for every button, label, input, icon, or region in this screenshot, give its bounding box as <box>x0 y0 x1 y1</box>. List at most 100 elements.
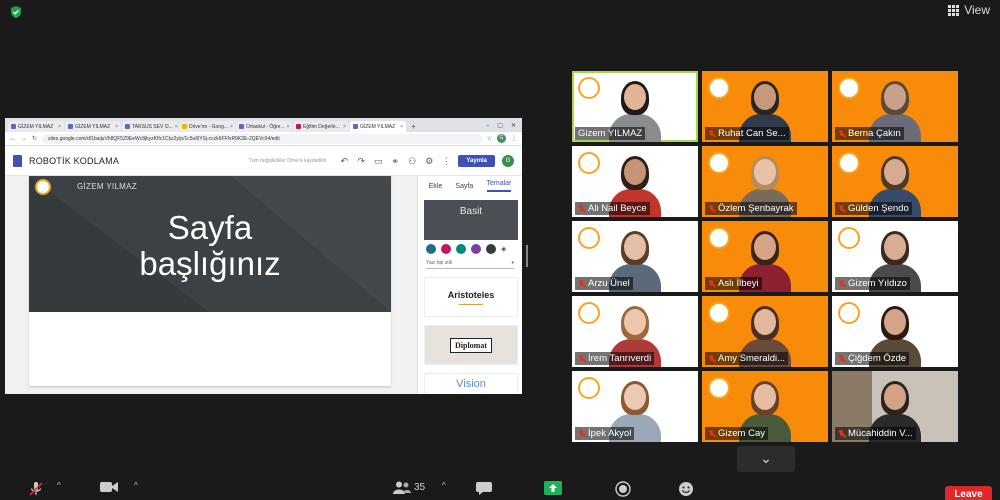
undo-icon[interactable]: ↶ <box>339 156 349 166</box>
close-tab-icon[interactable]: × <box>115 124 118 130</box>
close-tab-icon[interactable]: × <box>400 124 403 130</box>
mute-button[interactable] <box>28 481 44 497</box>
header-banner[interactable]: GİZEM YILMAZ Sayfa başlığınız <box>29 176 391 312</box>
color-swatch[interactable] <box>441 244 451 254</box>
share-icon[interactable]: ⚇ <box>407 156 417 166</box>
participant-video-tile[interactable]: Gizem Cay <box>702 371 828 442</box>
site-favicon-icon <box>296 124 301 129</box>
browser-tab[interactable]: GİZEM YILMAZ × <box>65 121 121 132</box>
participants-caret-icon[interactable]: ^ <box>442 481 446 490</box>
participant-video-tile[interactable]: Özlem Şenbayrak <box>702 146 828 217</box>
participant-name-label: Çiğdem Özde <box>835 352 910 365</box>
participant-video-tile[interactable]: Çiğdem Özde <box>832 296 958 367</box>
participant-video-tile[interactable]: İrem Tanrıverdi <box>572 296 698 367</box>
browser-tab[interactable]: TARSUS SEV O... × <box>122 121 178 132</box>
browser-tab[interactable]: Drive'ım - Goog... × <box>179 121 235 132</box>
sites-toolbar: ROBOTİK KODLAMA Tüm değişiklikler Drive'… <box>5 146 522 176</box>
reactions-button[interactable] <box>678 481 694 497</box>
mic-muted-icon <box>708 429 715 438</box>
font-style-select[interactable]: Yazı tipi stili ▾ <box>426 260 514 269</box>
participant-video-tile[interactable]: Aslı İlbeyi <box>702 221 828 292</box>
browser-tab[interactable]: Eğitim Değerle... × <box>293 121 349 132</box>
redo-icon[interactable]: ↷ <box>356 156 366 166</box>
mic-muted-icon <box>29 482 43 496</box>
maximize-icon[interactable]: ▢ <box>497 121 503 132</box>
more-icon[interactable]: ⋮ <box>441 156 451 166</box>
close-tab-icon[interactable]: × <box>230 124 233 130</box>
next-page-chevron-icon[interactable]: ⌄ <box>737 446 795 472</box>
link-icon[interactable]: ⚭ <box>390 156 400 166</box>
leave-button[interactable]: Leave <box>945 486 992 500</box>
star-icon[interactable]: ☆ <box>487 135 492 142</box>
mic-muted-icon <box>578 429 585 438</box>
settings-icon[interactable]: ⚙ <box>424 156 434 166</box>
share-screen-icon <box>544 481 562 495</box>
chat-button[interactable] <box>476 481 492 495</box>
sev-logo-icon <box>838 302 860 324</box>
participant-video-tile[interactable]: Gizem YILMAZ <box>572 71 698 142</box>
profile-avatar[interactable]: G <box>497 134 506 143</box>
participant-video-tile[interactable]: Gizem Yıldızo <box>832 221 958 292</box>
theme-aristoteles[interactable]: Aristoteles <box>424 277 518 317</box>
participant-video-tile[interactable]: Ruhat Can Se... <box>702 71 828 142</box>
split-view-handle[interactable] <box>526 245 528 267</box>
audio-options-caret-icon[interactable]: ^ <box>57 481 61 490</box>
tab-pages[interactable]: Sayfa <box>455 183 473 190</box>
site-page: GİZEM YILMAZ Sayfa başlığınız <box>29 176 391 386</box>
close-tab-icon[interactable]: × <box>175 124 178 130</box>
minimize-icon[interactable]: – <box>486 121 489 132</box>
video-button[interactable] <box>100 481 118 493</box>
participant-name: Mücahiddin V... <box>848 428 913 439</box>
color-swatch[interactable] <box>426 244 436 254</box>
page-title[interactable]: Sayfa başlığınız <box>29 210 391 282</box>
close-tab-icon[interactable]: × <box>287 124 290 130</box>
new-tab-icon[interactable]: + <box>407 121 420 132</box>
participant-video-tile[interactable]: Gülden Şendo <box>832 146 958 217</box>
theme-vision[interactable]: Vision <box>424 373 518 394</box>
color-swatch[interactable] <box>471 244 481 254</box>
reload-icon[interactable]: ↻ <box>32 135 37 142</box>
video-options-caret-icon[interactable]: ^ <box>134 481 138 490</box>
tab-label: GİZEM YILMAZ <box>75 123 111 130</box>
participant-video-tile[interactable]: Arzu Ünel <box>572 221 698 292</box>
share-screen-button[interactable] <box>544 481 562 495</box>
tab-themes[interactable]: Temalar <box>486 180 512 192</box>
reactions-icon <box>679 482 693 496</box>
fill-color-icon[interactable]: ◈ <box>501 245 506 253</box>
participant-video-tile[interactable]: Amy Smeraldi... <box>702 296 828 367</box>
color-swatch[interactable] <box>486 244 496 254</box>
participant-name: Özlem Şenbayrak <box>718 203 794 214</box>
browser-tab[interactable]: GİZEM YILMAZ × <box>8 121 64 132</box>
participant-video-tile[interactable]: İpek Akyol <box>572 371 698 442</box>
site-title[interactable]: ROBOTİK KODLAMA <box>29 156 119 166</box>
close-tab-icon[interactable]: × <box>343 124 346 130</box>
encryption-shield-icon[interactable] <box>9 5 23 19</box>
site-favicon-icon <box>68 124 73 129</box>
participant-video-tile[interactable]: Mücahiddin V... <box>832 371 958 442</box>
account-avatar[interactable]: G <box>502 154 514 167</box>
close-window-icon[interactable]: ✕ <box>511 121 516 132</box>
forward-icon[interactable]: → <box>21 136 27 142</box>
theme-diplomat[interactable]: Diplomat <box>424 325 518 365</box>
menu-dots-icon[interactable]: ⋮ <box>511 135 517 142</box>
theme-simple-selected[interactable]: Basit <box>424 200 518 240</box>
browser-tab[interactable]: Ortaokul - Öğre... × <box>236 121 292 132</box>
view-button[interactable]: View <box>948 3 990 17</box>
participant-video-tile[interactable]: Ali Nail Beyce <box>572 146 698 217</box>
publish-button[interactable]: Yayınla <box>458 154 495 167</box>
participants-button[interactable]: 35 <box>393 481 425 494</box>
color-swatch[interactable] <box>456 244 466 254</box>
preview-icon[interactable]: ▭ <box>373 156 383 166</box>
browser-tab-active[interactable]: GİZEM YILMAZ × <box>350 121 406 132</box>
participant-name: Ali Nail Beyce <box>588 203 647 214</box>
participant-name: Gizem Yıldızo <box>848 278 907 289</box>
url-field[interactable]: sites.google.com/d/1baijuVh8QF5Z9EeWc8jk… <box>42 133 482 144</box>
shared-screen-browser[interactable]: GİZEM YILMAZ × GİZEM YILMAZ × TARSUS SEV O… <box>5 118 522 394</box>
google-sites-logo-icon[interactable] <box>13 154 22 167</box>
participant-video-tile[interactable]: Berna Çakın <box>832 71 958 142</box>
back-icon[interactable]: ← <box>10 136 16 142</box>
tab-insert[interactable]: Ekle <box>429 183 443 190</box>
record-button[interactable] <box>615 481 631 497</box>
close-tab-icon[interactable]: × <box>58 124 61 130</box>
color-swatches: ◈ <box>418 240 522 258</box>
